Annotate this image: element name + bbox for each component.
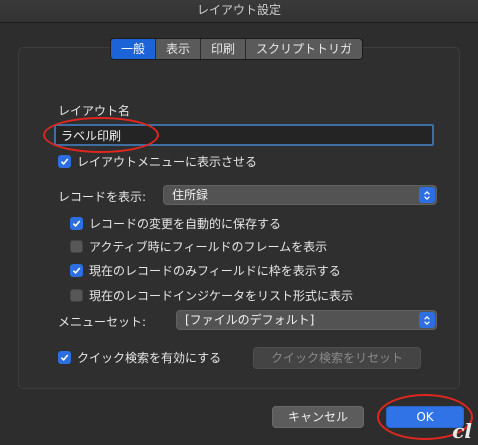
- layout-name-label: レイアウト名: [58, 104, 131, 118]
- tab-general[interactable]: 一般: [111, 39, 157, 59]
- menu-set-label: メニューセット:: [58, 315, 147, 329]
- checkbox-unchecked-icon: [70, 289, 83, 302]
- quick-find-label: クイック検索を有効にする: [77, 351, 222, 365]
- quick-find-checkbox[interactable]: クイック検索を有効にする: [58, 349, 221, 366]
- tab-display[interactable]: 表示: [156, 39, 202, 59]
- checkbox-unchecked-icon: [70, 240, 83, 253]
- show-records-popup[interactable]: 住所録: [163, 185, 437, 205]
- checkbox-checked-icon: [70, 217, 83, 230]
- chevron-updown-icon: [419, 187, 435, 203]
- indicator-label: 現在のレコードインジケータをリスト形式に表示: [89, 289, 354, 303]
- checkbox-checked-icon: [58, 351, 71, 364]
- tab-script-triggers[interactable]: スクリプトトリガ: [246, 39, 362, 59]
- current-only-label: 現在のレコードのみフィールドに枠を表示する: [89, 264, 341, 278]
- reset-quick-find-button[interactable]: クイック検索をリセット: [253, 347, 421, 369]
- show-records-value: 住所録: [172, 188, 209, 202]
- checkbox-checked-icon: [58, 155, 71, 168]
- layout-name-field[interactable]: [54, 124, 434, 146]
- watermark-logo: cl: [452, 419, 472, 443]
- show-in-menu-checkbox[interactable]: レイアウトメニューに表示させる: [58, 153, 257, 170]
- tab-bar: 一般 表示 印刷 スクリプトトリガ: [110, 38, 364, 60]
- save-auto-label: レコードの変更を自動的に保存する: [89, 217, 282, 231]
- indicator-checkbox[interactable]: 現在のレコードインジケータをリスト形式に表示: [70, 287, 353, 304]
- menu-set-value: [ファイルのデフォルト]: [185, 313, 315, 327]
- frame-active-label: アクティブ時にフィールドのフレームを表示: [89, 240, 328, 254]
- show-records-label: レコードを表示:: [58, 190, 147, 204]
- tab-print[interactable]: 印刷: [201, 39, 247, 59]
- window-title: レイアウト設定: [0, 0, 478, 23]
- checkbox-checked-icon: [70, 264, 83, 277]
- layout-name-input[interactable]: [56, 126, 432, 144]
- show-in-menu-label: レイアウトメニューに表示させる: [77, 155, 258, 169]
- current-only-checkbox[interactable]: 現在のレコードのみフィールドに枠を表示する: [70, 262, 341, 279]
- frame-active-checkbox[interactable]: アクティブ時にフィールドのフレームを表示: [70, 238, 327, 255]
- cancel-button[interactable]: キャンセル: [272, 406, 364, 428]
- save-auto-checkbox[interactable]: レコードの変更を自動的に保存する: [70, 215, 281, 232]
- chevron-updown-icon: [419, 312, 435, 328]
- menu-set-popup[interactable]: [ファイルのデフォルト]: [176, 310, 437, 330]
